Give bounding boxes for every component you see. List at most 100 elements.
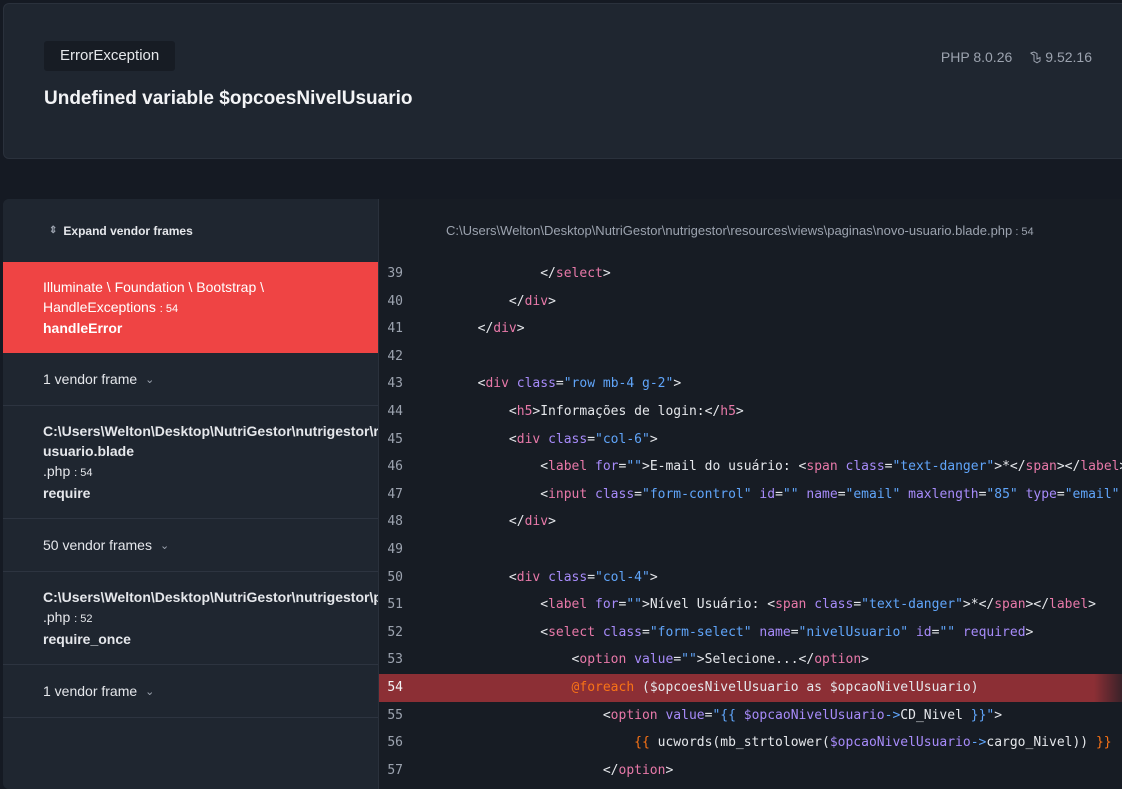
code-token: CD_Nivel: [900, 707, 971, 723]
frame-method: require: [43, 485, 91, 501]
code-token: >: [602, 266, 611, 281]
code-token: span: [806, 459, 846, 475]
code-token: >: [673, 376, 682, 392]
code-token: =: [587, 569, 596, 585]
code-line: 41 </div>: [379, 315, 1122, 343]
line-number: 44: [387, 403, 403, 419]
frame-ext: .php: [43, 463, 71, 479]
code-token: div: [516, 569, 549, 585]
frame-class-line1: Illuminate \ Foundation \ Bootstrap \: [43, 279, 265, 295]
code-token: >: [548, 293, 556, 309]
vendor-frame-group-2[interactable]: 50 vendor frames ⌄: [3, 519, 378, 572]
vendor-frame-group-3[interactable]: 1 vendor frame ⌄: [3, 665, 378, 718]
code-token: </: [798, 652, 815, 668]
line-number: 47: [387, 486, 403, 502]
code-token: <: [602, 707, 611, 723]
version-info: PHP 8.0.26 9.52.16: [941, 49, 1092, 65]
chevron-down-icon: ⌄: [145, 685, 155, 698]
code-token: "row mb-4 g-2": [563, 376, 674, 392]
expand-chevrons-icon: ⇕: [49, 225, 58, 236]
line-number: 46: [387, 459, 403, 475]
frame-line-number: : 54: [74, 467, 93, 479]
code-token: </: [508, 293, 525, 309]
code-token: "text-danger": [892, 459, 995, 475]
code-token: "text-danger": [861, 597, 963, 613]
line-number: 41: [387, 321, 403, 337]
line-number: 55: [387, 707, 403, 723]
code-token: =: [775, 486, 783, 502]
line-number: 51: [387, 597, 403, 613]
stack-trace-section: ⇕ Expand vendor frames Illuminate \ Foun…: [3, 199, 1122, 789]
code-line: 40 </div>: [379, 288, 1122, 316]
code-lines: 39 </select> 40 </div> 41 </div> 42 43 <div …: [379, 260, 1122, 784]
code-token: </: [602, 762, 619, 778]
code-token: name: [806, 486, 838, 502]
code-line: 53 <option value="">Selecione...</option…: [379, 646, 1122, 674]
code-token: class: [845, 459, 885, 475]
file-ext: .php: [986, 223, 1013, 238]
laravel-version: 9.52.16: [1045, 49, 1092, 65]
code-token: maxlength: [908, 486, 979, 502]
code-token: option: [579, 652, 635, 668]
code-token: span: [994, 597, 1026, 613]
code-token: "nivelUsuario": [798, 624, 916, 640]
code-token: "form-select": [649, 624, 760, 640]
code-token: input: [548, 486, 596, 502]
code-token: "email": [1064, 486, 1120, 502]
code-token: "": [626, 597, 642, 613]
code-viewer: C:\Users\Welton\Desktop\NutriGestor\nutr…: [378, 199, 1122, 789]
vendor-group-label: 1 vendor frame: [43, 683, 138, 699]
code-token: >: [649, 569, 658, 585]
line-number: 40: [387, 293, 403, 309]
code-token: h5: [516, 403, 533, 419]
frame-active[interactable]: Illuminate \ Foundation \ Bootstrap \ Ha…: [3, 262, 378, 353]
frame-method: require_once: [43, 631, 131, 647]
line-number: 43: [387, 376, 403, 392]
app-frame-1[interactable]: C:\Users\Welton\Desktop\NutriGestor\nutr…: [3, 406, 378, 519]
code-token: >: [665, 762, 674, 778]
code-token: Nível Usuário:: [649, 597, 768, 613]
code-token: "": [939, 624, 963, 640]
file-line-number: : 54: [1012, 226, 1034, 238]
code-line: 55 <option value="{{ $opcaoNivelUsuario-…: [379, 702, 1122, 730]
code-line: 45 <div class="col-6">: [379, 426, 1122, 454]
code-token: label: [548, 597, 596, 613]
code-token: select: [555, 266, 603, 281]
expand-vendor-frames-button[interactable]: ⇕ Expand vendor frames: [3, 199, 378, 262]
code-token: </: [704, 403, 721, 419]
code-token: class: [548, 431, 588, 447]
code-token: Selecione...: [704, 652, 799, 668]
vendor-frame-group-1[interactable]: 1 vendor frame ⌄: [3, 353, 378, 406]
code-token: class: [814, 597, 854, 613]
code-token: @foreach: [571, 679, 635, 695]
code-token: $opcaoNivelUsuario: [743, 707, 885, 723]
app-frame-2[interactable]: C:\Users\Welton\Desktop\NutriGestor\nutr…: [3, 572, 378, 665]
frame-path: C:\Users\Welton\Desktop\NutriGestor\nutr…: [43, 589, 378, 605]
exception-header: ErrorException Undefined variable $opcoe…: [3, 3, 1122, 159]
line-number: 49: [387, 541, 403, 557]
line-number: 52: [387, 624, 403, 640]
code-token: div: [516, 431, 549, 447]
code-line: 47 <input class="form-control" id="" nam…: [379, 481, 1122, 509]
code-token: for: [595, 459, 619, 475]
frames-list: ⇕ Expand vendor frames Illuminate \ Foun…: [3, 199, 378, 789]
code-file-path[interactable]: C:\Users\Welton\Desktop\NutriGestor\nutr…: [446, 223, 1034, 238]
frame-ext-line: .php : 52: [43, 607, 378, 629]
code-line: 56 {{ ucwords(mb_strtolower($opcaoNivelU…: [379, 729, 1122, 757]
code-token: <: [540, 459, 549, 475]
code-line: 54 @foreach ($opcoesNivelUsuario as $opc…: [379, 673, 1122, 702]
code-token: </: [978, 597, 995, 613]
frame-ext: .php: [43, 609, 71, 625]
line-number: 54: [387, 679, 403, 695]
code-token: >: [735, 403, 744, 419]
code-token: <: [540, 624, 549, 640]
code-token: >: [994, 459, 1003, 475]
code-token: *: [970, 597, 979, 613]
